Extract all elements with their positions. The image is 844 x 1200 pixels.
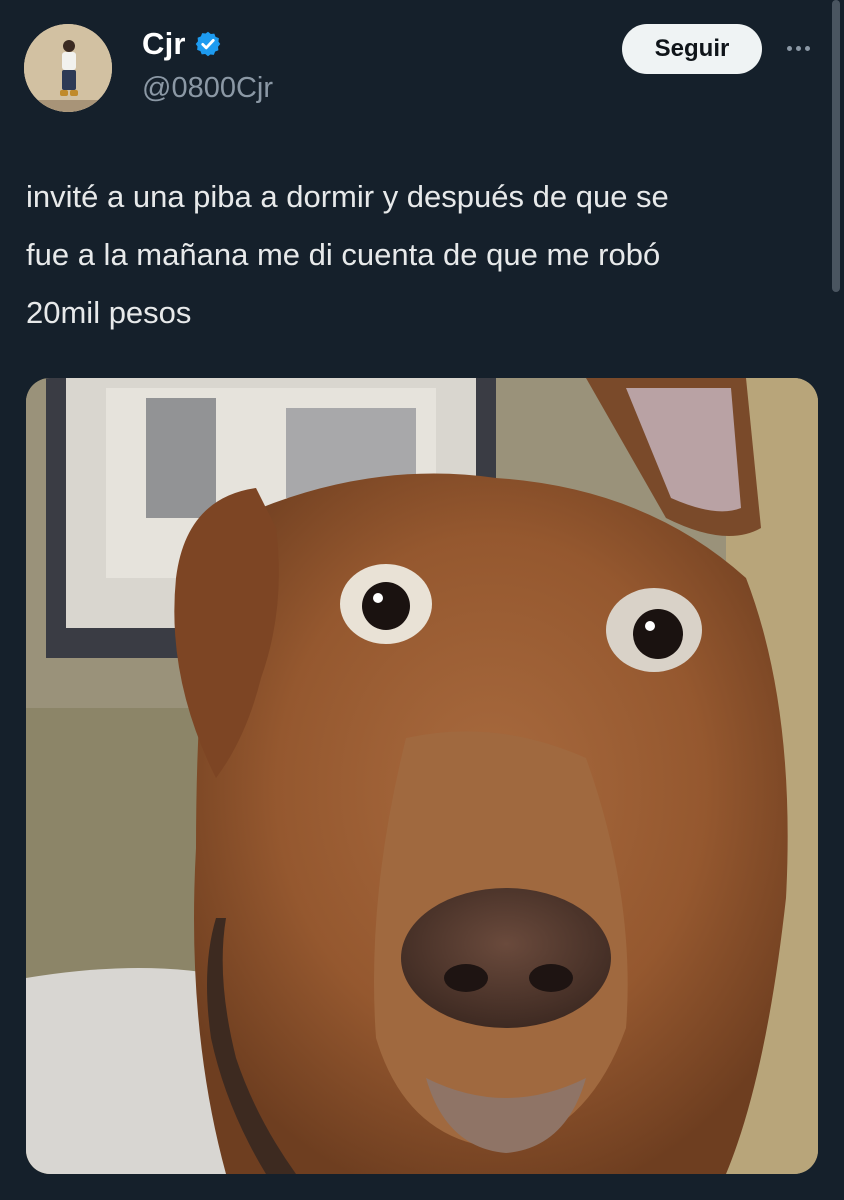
author-display-name[interactable]: Cjr [142,26,186,62]
more-options-icon[interactable] [780,30,816,66]
tweet-media-image[interactable] [26,378,818,1174]
tweet-text: invité a una piba a dormir y después de … [26,168,806,342]
author-handle[interactable]: @0800Cjr [142,72,273,105]
author-name-row: Cjr [142,26,222,62]
tweet-text-line: invité a una piba a dormir y después de … [26,179,669,214]
tweet-text-line: 20mil pesos [26,295,192,330]
verified-badge-icon [194,30,222,58]
tweet-view: Cjr @0800Cjr Seguir invité a una piba a … [0,0,844,1200]
avatar[interactable] [24,24,112,112]
avatar-image [24,24,112,112]
tweet-text-line: fue a la mañana me di cuenta de que me r… [26,237,661,272]
dog-photo [26,378,818,1174]
follow-button[interactable]: Seguir [622,24,762,74]
scrollbar[interactable] [832,0,840,292]
